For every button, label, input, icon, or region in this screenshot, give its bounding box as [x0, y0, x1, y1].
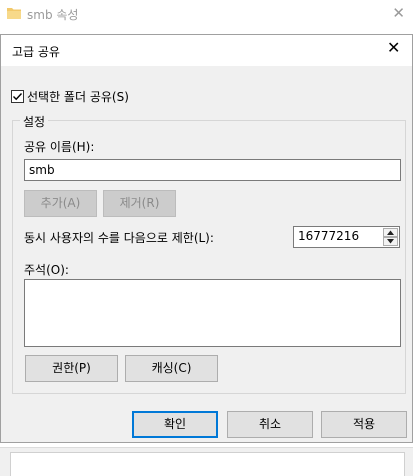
arrow-down-icon	[387, 239, 394, 244]
remove-button[interactable]: 제거(R)	[103, 190, 176, 217]
spin-up-button[interactable]	[383, 228, 398, 237]
share-name-label: 공유 이름(H):	[24, 140, 95, 154]
add-button[interactable]: 추가(A)	[24, 190, 97, 217]
comment-label: 주석(O):	[24, 263, 69, 277]
folder-icon	[7, 8, 21, 19]
background-window-title: smb 속성	[27, 8, 79, 22]
share-folder-checkbox[interactable]: 선택한 폴더 공유(S)	[11, 88, 129, 105]
user-limit-spinner[interactable]: 16777216	[293, 226, 400, 248]
user-limit-value[interactable]: 16777216	[298, 229, 359, 243]
ok-button[interactable]: 확인	[132, 411, 218, 438]
arrow-up-icon	[387, 230, 394, 235]
cancel-button[interactable]: 취소	[227, 411, 313, 438]
share-folder-label: 선택한 폴더 공유(S)	[27, 90, 129, 104]
background-window-panel	[10, 452, 405, 476]
advanced-sharing-dialog: 고급 공유 ✕ 선택한 폴더 공유(S) 설정 공유 이름(H): smb 추가…	[0, 34, 413, 443]
dialog-title: 고급 공유	[12, 45, 60, 59]
settings-group-label: 설정	[20, 113, 49, 130]
close-icon[interactable]: ✕	[387, 38, 400, 57]
permissions-button[interactable]: 권한(P)	[25, 355, 118, 382]
comment-textarea[interactable]	[24, 279, 401, 347]
user-limit-label: 동시 사용자의 수를 다음으로 제한(L):	[24, 231, 214, 245]
spin-down-button[interactable]	[383, 237, 398, 246]
checkbox-box[interactable]	[11, 90, 24, 103]
checkmark-icon	[13, 93, 23, 101]
background-window-titlebar: smb 속성 ✕	[0, 0, 413, 28]
caching-button[interactable]: 캐싱(C)	[125, 355, 218, 382]
dialog-titlebar: 고급 공유 ✕	[1, 35, 412, 66]
share-name-input[interactable]: smb	[24, 159, 401, 181]
apply-button[interactable]: 적용	[321, 411, 407, 438]
background-close-icon[interactable]: ✕	[392, 4, 405, 22]
